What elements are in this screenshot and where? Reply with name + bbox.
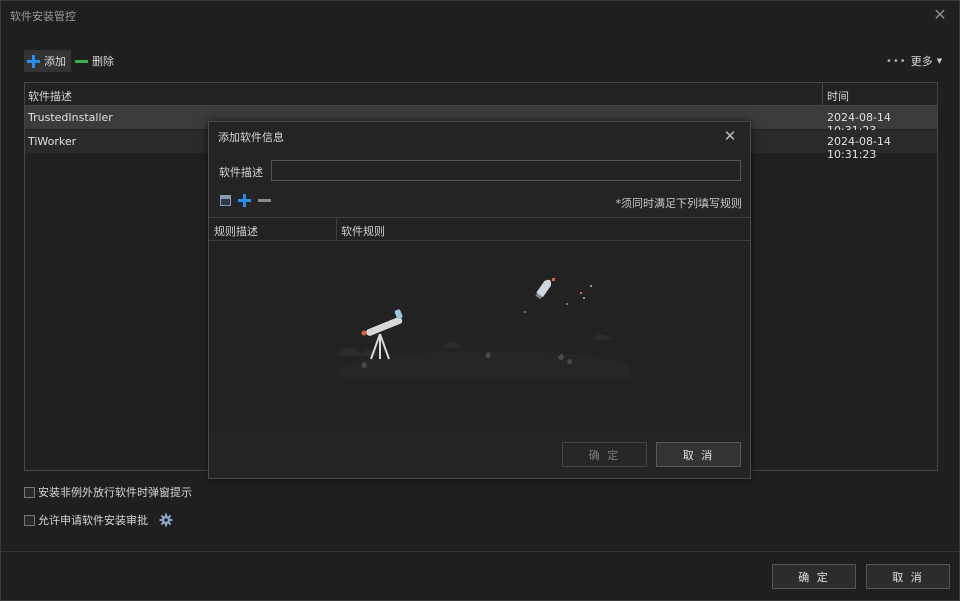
minus-icon	[75, 59, 88, 63]
column-header-software-rule[interactable]: 软件规则	[341, 223, 385, 239]
column-header-time[interactable]: 时间	[827, 88, 849, 104]
popup-label: 安装非例外放行软件时弹窗提示	[38, 486, 192, 499]
rule-note: *须同时满足下列填写规则	[615, 197, 743, 210]
add-software-dialog: 添加软件信息 ✕ 软件描述 *须同时满足下列填写规则 规则描述 软件规则 确 定…	[208, 121, 751, 479]
more-button[interactable]: ••• 更多 ▼	[886, 50, 942, 72]
add-label: 添加	[44, 55, 66, 68]
close-icon[interactable]: ✕	[931, 6, 949, 24]
rule-toolbar	[220, 194, 271, 207]
cell-name: TiWorker	[28, 135, 77, 148]
add-rule-icon[interactable]	[238, 194, 251, 207]
delete-button[interactable]: 删除	[75, 50, 114, 72]
cell-name: TrustedInstaller	[28, 111, 113, 124]
software-description-label: 软件描述	[219, 166, 263, 179]
approval-checkbox[interactable]	[24, 514, 35, 526]
cell-time: 2024-08-14 10:31:23	[827, 135, 891, 161]
rules-table: 规则描述 软件规则	[209, 217, 750, 435]
chevron-down-icon: ▼	[936, 57, 943, 65]
software-description-input[interactable]	[271, 160, 741, 181]
table-header: 软件描述 时间	[25, 83, 937, 106]
footer-divider	[1, 551, 959, 552]
window-title: 软件安装管控	[10, 10, 76, 23]
dialog-ok-button[interactable]: 确 定	[562, 442, 647, 467]
delete-label: 删除	[92, 55, 114, 68]
add-button[interactable]: 添加	[24, 50, 71, 72]
more-dots-icon: •••	[886, 55, 907, 67]
column-divider[interactable]	[336, 218, 337, 240]
gear-icon[interactable]	[159, 513, 173, 527]
column-header-description[interactable]: 软件描述	[28, 88, 72, 104]
approval-label: 允许申请软件安装审批	[38, 514, 148, 527]
rules-table-header: 规则描述 软件规则	[209, 218, 750, 241]
dialog-footer: 确 定 取 消	[209, 433, 750, 478]
title-bar: 软件安装管控 ✕	[1, 1, 959, 29]
close-icon[interactable]: ✕	[721, 127, 739, 145]
more-label: 更多	[910, 55, 933, 68]
popup-option: 安装非例外放行软件时弹窗提示	[24, 484, 192, 500]
window-icon[interactable]	[220, 195, 231, 206]
cancel-button[interactable]: 取 消	[866, 564, 950, 589]
dialog-title: 添加软件信息	[218, 131, 284, 144]
ok-button[interactable]: 确 定	[772, 564, 856, 589]
remove-rule-icon[interactable]	[258, 199, 271, 202]
dialog-cancel-button[interactable]: 取 消	[656, 442, 741, 467]
empty-state-illustration	[337, 278, 629, 378]
plus-icon	[27, 54, 40, 68]
popup-checkbox[interactable]	[24, 486, 35, 498]
column-divider[interactable]	[822, 83, 823, 105]
approval-option: 允许申请软件安装审批	[24, 512, 173, 528]
column-header-rule-description[interactable]: 规则描述	[214, 223, 258, 239]
